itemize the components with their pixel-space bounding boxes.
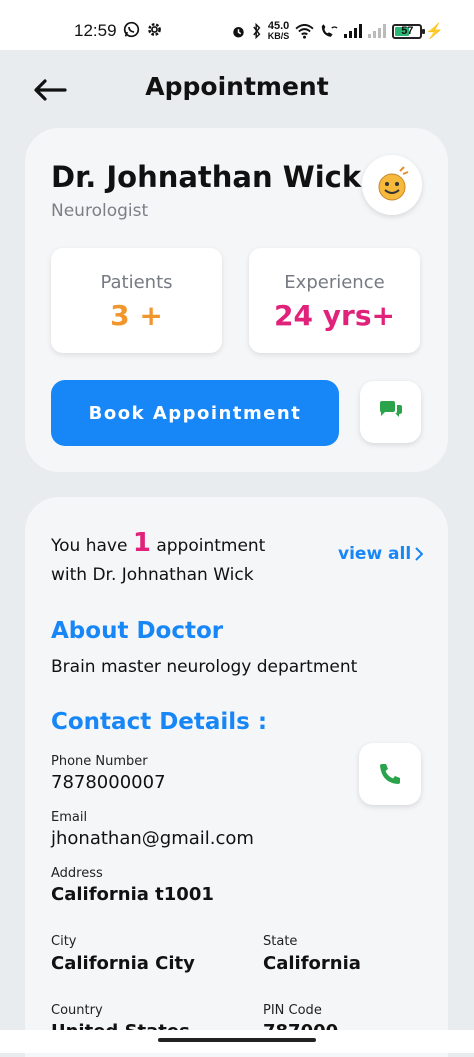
book-appointment-button[interactable]: Book Appointment <box>51 380 339 446</box>
about-text: Brain master neurology department <box>51 657 358 677</box>
status-time: 12:59 <box>74 21 117 40</box>
home-indicator[interactable] <box>158 1038 316 1042</box>
patients-value: 3 + <box>110 299 163 332</box>
country-label: Country <box>51 1003 103 1018</box>
call-button[interactable] <box>359 743 421 805</box>
status-right-icons: 45.0 KB/S 57 ⚡ <box>231 21 444 41</box>
appointment-prefix: You have <box>51 536 128 556</box>
patients-label: Patients <box>100 272 173 293</box>
doctor-profile-card: Dr. Johnathan Wick Neurologist Patients … <box>25 128 448 472</box>
view-all-link[interactable]: view all <box>338 544 424 564</box>
battery-percent: 57 <box>401 24 414 37</box>
patients-stat-box: Patients 3 + <box>51 248 222 353</box>
page-title: Appointment <box>145 72 329 101</box>
emoji-avatar-icon <box>378 166 409 201</box>
doctor-name: Dr. Johnathan Wick <box>51 160 362 194</box>
pin-label: PIN Code <box>263 1003 322 1018</box>
network-speed: 45.0 KB/S <box>268 21 290 41</box>
doctor-specialty: Neurologist <box>51 201 149 221</box>
phone-label: Phone Number <box>51 754 148 769</box>
address-label: Address <box>51 866 103 881</box>
alarm-icon <box>231 24 246 39</box>
chat-bubbles-icon <box>379 401 402 417</box>
whatsapp-icon <box>123 21 140 38</box>
status-left-icons <box>123 21 163 38</box>
battery-icon: 57 <box>392 23 426 39</box>
experience-stat-box: Experience 24 yrs+ <box>249 248 420 353</box>
appointment-count: 1 <box>132 528 151 558</box>
email-value: jhonathan@gmail.com <box>51 828 254 849</box>
chat-button[interactable] <box>360 381 421 443</box>
wifi-calling-icon <box>320 23 338 39</box>
network-speed-unit: KB/S <box>267 31 290 41</box>
experience-value: 24 yrs+ <box>274 299 395 332</box>
status-bar: 12:59 45.0 KB/S 57 ⚡ <box>0 0 474 50</box>
city-label: City <box>51 934 77 949</box>
appointment-summary: You have 1 appointment with Dr. Johnatha… <box>51 529 301 590</box>
bluetooth-icon <box>252 23 262 39</box>
phone-icon <box>380 764 400 784</box>
charging-bolt-icon: ⚡ <box>425 23 444 40</box>
doctor-avatar[interactable] <box>362 155 422 215</box>
cell-signal-icon <box>344 24 363 38</box>
appointment-details-card: You have 1 appointment with Dr. Johnatha… <box>25 497 448 1057</box>
state-label: State <box>263 934 298 949</box>
wifi-icon <box>295 23 314 39</box>
appointment-suffix: appointment <box>156 536 266 556</box>
settings-gear-icon <box>146 21 163 38</box>
contact-heading: Contact Details : <box>51 709 268 735</box>
chevron-right-icon <box>415 547 424 561</box>
email-label: Email <box>51 810 88 825</box>
experience-label: Experience <box>284 272 385 293</box>
about-heading: About Doctor <box>51 618 224 644</box>
state-value: California <box>263 953 361 974</box>
address-value: California t1001 <box>51 884 214 905</box>
view-all-label: view all <box>338 544 412 564</box>
phone-value: 7878000007 <box>51 772 166 793</box>
city-value: California City <box>51 953 195 974</box>
appointment-doctor-line: with Dr. Johnathan Wick <box>51 565 254 585</box>
battery-tip <box>422 28 426 34</box>
cell-signal-secondary-icon <box>368 24 387 38</box>
